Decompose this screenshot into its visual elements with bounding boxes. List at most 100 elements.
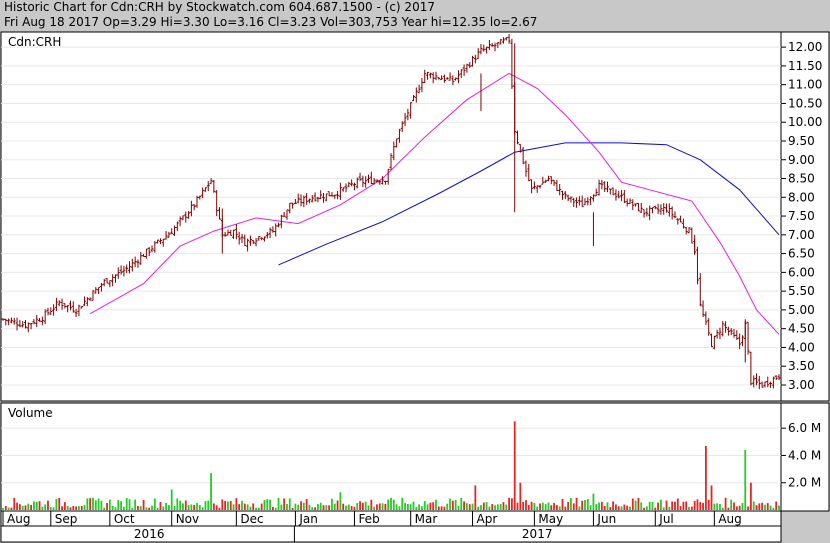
month-label: Mar bbox=[415, 512, 438, 526]
volume-bar bbox=[243, 503, 246, 510]
volume-bar bbox=[184, 500, 187, 510]
volume-bar bbox=[496, 504, 499, 510]
volume-bar bbox=[148, 507, 151, 510]
volume-bar bbox=[257, 507, 260, 510]
volume-bar bbox=[38, 501, 41, 510]
volume-bar bbox=[339, 492, 342, 510]
month-label: Dec bbox=[240, 512, 263, 526]
volume-bar bbox=[578, 506, 581, 510]
volume-bar bbox=[241, 500, 243, 510]
volume-bar bbox=[505, 504, 508, 510]
volume-bar bbox=[97, 498, 100, 510]
volume-bar bbox=[634, 500, 637, 510]
volume-bar bbox=[86, 498, 89, 510]
volume-bar bbox=[367, 505, 370, 510]
volume-bar bbox=[449, 498, 451, 510]
volume-bar bbox=[749, 482, 752, 510]
volume-bar bbox=[567, 501, 570, 510]
price-tick-label: 3.50 bbox=[788, 359, 815, 373]
volume-bar bbox=[373, 506, 376, 510]
price-tick-label: 8.50 bbox=[788, 172, 815, 186]
volume-bar bbox=[716, 503, 719, 510]
volume-bar bbox=[727, 507, 730, 510]
volume-bar bbox=[640, 502, 643, 510]
volume-bar bbox=[575, 497, 578, 510]
volume-bar bbox=[651, 501, 654, 510]
volume-bar bbox=[274, 507, 277, 510]
volume-bar bbox=[522, 501, 525, 510]
volume-bar bbox=[702, 502, 704, 510]
volume-bar bbox=[58, 498, 61, 510]
volume-bar bbox=[603, 505, 606, 510]
volume-bar bbox=[170, 489, 173, 510]
volume-bar bbox=[572, 503, 575, 510]
volume-bar bbox=[302, 502, 305, 510]
volume-bar bbox=[738, 505, 741, 510]
volume-bar bbox=[122, 506, 125, 510]
volume-bar bbox=[24, 505, 27, 510]
volume-bar bbox=[525, 500, 527, 510]
volume-bar bbox=[66, 506, 69, 510]
volume-bar bbox=[412, 501, 415, 510]
volume-bar bbox=[145, 507, 148, 510]
volume-bar bbox=[69, 507, 72, 510]
volume-bar bbox=[719, 504, 721, 510]
volume-panel-title: Volume bbox=[8, 406, 53, 420]
volume-bar bbox=[688, 506, 690, 510]
volume-bar bbox=[671, 501, 674, 510]
volume-bar bbox=[353, 506, 356, 510]
volume-bar bbox=[16, 502, 18, 510]
volume-bar bbox=[426, 504, 429, 510]
volume-bar bbox=[423, 501, 426, 510]
volume-bar bbox=[167, 505, 170, 510]
volume-bar bbox=[201, 507, 204, 510]
volume-bar bbox=[370, 499, 373, 510]
volume-bar bbox=[468, 504, 471, 510]
month-label: Oct bbox=[114, 512, 135, 526]
volume-bar bbox=[435, 499, 437, 510]
volume-bar bbox=[182, 503, 184, 510]
volume-bar bbox=[162, 506, 165, 510]
volume-bar bbox=[395, 504, 398, 510]
month-label: Feb bbox=[358, 512, 379, 526]
volume-bar bbox=[227, 501, 229, 510]
volume-bar bbox=[165, 502, 167, 510]
volume-bar bbox=[676, 498, 679, 510]
volume-bar bbox=[390, 497, 392, 510]
volume-bar bbox=[280, 504, 283, 510]
volume-bar bbox=[350, 505, 353, 510]
volume-bar bbox=[63, 502, 66, 510]
volume-bar bbox=[249, 506, 252, 510]
volume-bar bbox=[615, 504, 617, 510]
volume-bar bbox=[536, 506, 539, 510]
month-label: Aug bbox=[7, 512, 30, 526]
volume-bar bbox=[266, 499, 269, 510]
volume-bar bbox=[466, 503, 468, 510]
volume-bar bbox=[620, 506, 623, 510]
volume-bar bbox=[491, 504, 494, 510]
volume-bar bbox=[78, 506, 80, 510]
volume-bar bbox=[704, 445, 707, 510]
volume-bar bbox=[617, 506, 620, 510]
volume-bar bbox=[238, 504, 241, 510]
volume-bar bbox=[457, 505, 460, 510]
month-label: Jul bbox=[658, 512, 673, 526]
volume-bar bbox=[766, 503, 769, 510]
volume-bar bbox=[283, 498, 286, 510]
volume-bar bbox=[398, 506, 401, 510]
volume-bar bbox=[117, 500, 120, 510]
volume-bar bbox=[18, 504, 21, 510]
volume-bar bbox=[212, 503, 215, 510]
volume-bar bbox=[609, 507, 612, 510]
volume-bar bbox=[584, 499, 586, 510]
volume-bar bbox=[260, 503, 263, 510]
volume-bar bbox=[761, 502, 764, 510]
volume-bar bbox=[384, 503, 387, 510]
volume-bar bbox=[744, 450, 747, 510]
volume-bar bbox=[685, 501, 688, 510]
volume-bar bbox=[55, 498, 58, 510]
volume-bar bbox=[61, 506, 63, 510]
volume-bar bbox=[454, 499, 457, 510]
price-tick-label: 10.00 bbox=[788, 115, 822, 129]
volume-bar bbox=[103, 507, 106, 510]
